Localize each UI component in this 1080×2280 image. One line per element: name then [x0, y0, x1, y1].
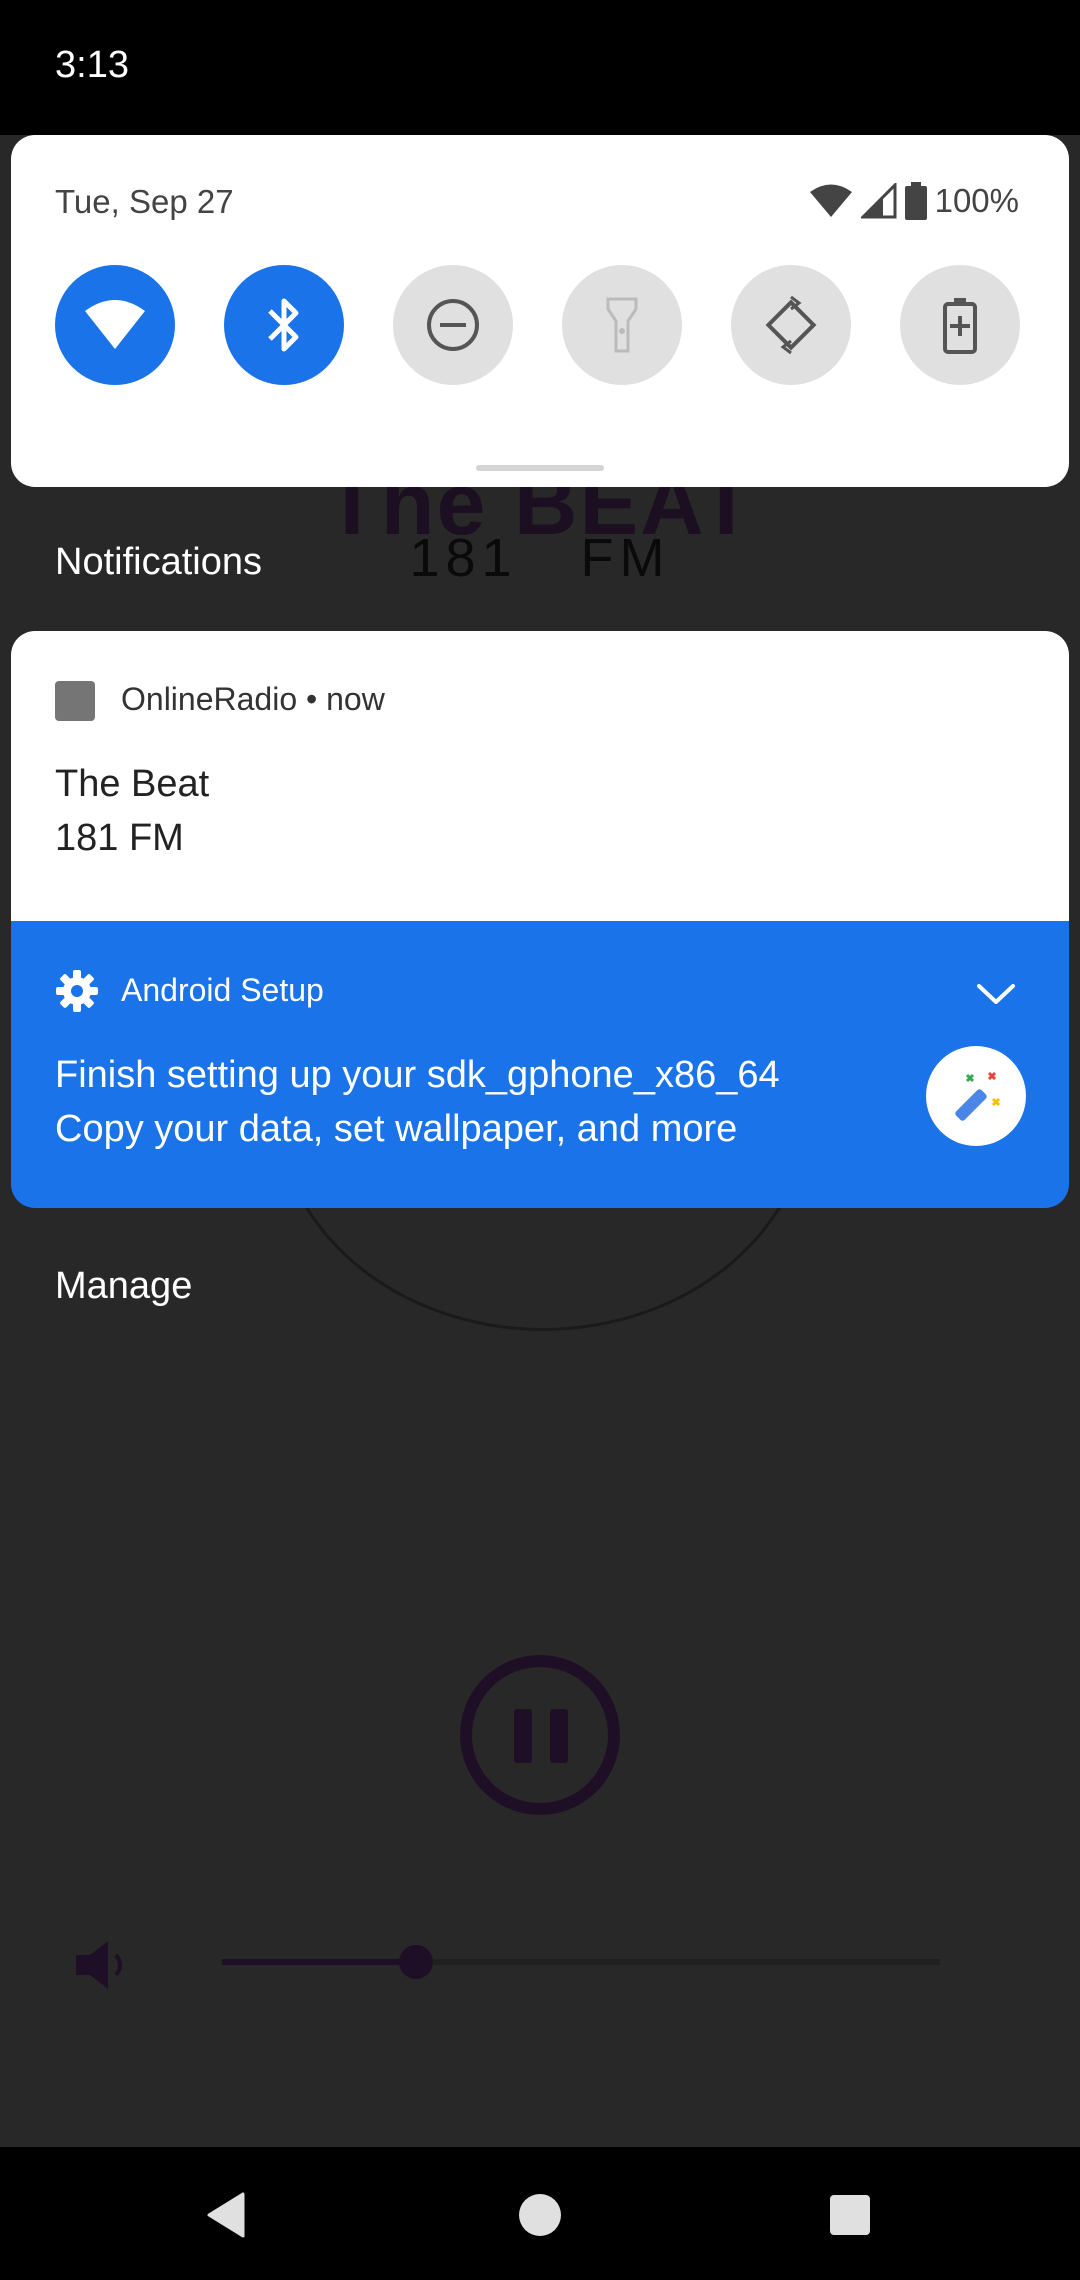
qs-status-icons: 100% — [809, 179, 1019, 223]
tile-wifi[interactable] — [55, 265, 175, 385]
back-triangle-icon — [207, 2192, 245, 2238]
qs-drag-handle[interactable] — [476, 465, 604, 471]
setup-magic-wand-icon — [926, 1046, 1026, 1146]
online-radio-app-icon — [55, 681, 95, 721]
qs-date: Tue, Sep 27 — [55, 183, 234, 220]
notification-text: 181 FM — [55, 817, 184, 859]
notification-title: The Beat — [55, 763, 210, 805]
notification-online-radio[interactable]: OnlineRadio • now The Beat 181 FM — [11, 631, 1069, 921]
background-volume-thumb — [398, 1945, 433, 1979]
status-bar: 3:13 — [0, 0, 1080, 135]
gear-icon — [56, 970, 98, 1012]
do-not-disturb-icon — [427, 299, 479, 351]
flashlight-icon — [606, 297, 638, 353]
home-circle-icon — [519, 2194, 561, 2236]
setup-text: Copy your data, set wallpaper, and more — [55, 1108, 738, 1150]
notification-android-setup[interactable]: Android Setup Finish setting up your sdk… — [11, 921, 1069, 1208]
tile-do-not-disturb[interactable] — [393, 265, 513, 385]
notification-app-name: OnlineRadio — [121, 681, 298, 717]
auto-rotate-icon — [765, 295, 817, 355]
manage-notifications-button[interactable]: Manage — [55, 1265, 192, 1308]
notification-time: now — [326, 681, 385, 717]
navigation-bar — [0, 2147, 1080, 2280]
tile-flashlight[interactable] — [562, 265, 682, 385]
recents-square-icon — [830, 2195, 870, 2235]
nav-back-button[interactable] — [194, 2183, 258, 2247]
background-volume-icon — [76, 1941, 122, 1989]
quick-settings-panel: Tue, Sep 27 100% — [11, 135, 1069, 487]
background-pause-icon — [460, 1655, 620, 1815]
bluetooth-icon — [268, 298, 299, 352]
notification-separator: • — [297, 681, 327, 717]
battery-icon — [904, 182, 927, 220]
notifications-heading: Notifications — [55, 541, 262, 583]
battery-percent: 100% — [934, 182, 1019, 219]
tile-bluetooth[interactable] — [224, 265, 344, 385]
wifi-icon — [85, 300, 145, 349]
status-clock: 3:13 — [55, 44, 129, 86]
battery-saver-icon — [943, 298, 977, 354]
background-volume-fill — [222, 1959, 416, 1965]
cell-signal-icon — [860, 183, 897, 219]
tile-auto-rotate[interactable] — [731, 265, 851, 385]
notification-header: OnlineRadio • now — [121, 681, 385, 718]
quick-settings-tiles — [55, 265, 1035, 387]
tile-battery-saver[interactable] — [900, 265, 1020, 385]
nav-home-button[interactable] — [508, 2183, 572, 2247]
setup-title: Finish setting up your sdk_gphone_x86_64 — [55, 1054, 780, 1096]
setup-app-name: Android Setup — [121, 972, 324, 1008]
chevron-down-icon[interactable] — [971, 969, 1021, 1019]
nav-recents-button[interactable] — [818, 2183, 882, 2247]
wifi-signal-icon — [809, 184, 852, 217]
